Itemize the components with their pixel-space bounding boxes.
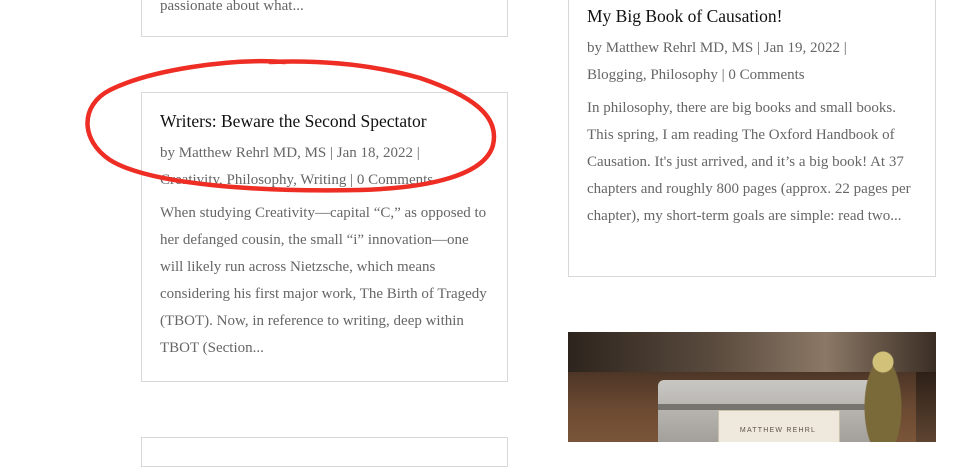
category-link-blogging[interactable]: Blogging (587, 67, 643, 83)
meta-separator: | (721, 67, 725, 83)
post-excerpt: In philosophy, there are big books and s… (587, 100, 911, 224)
business-card-name: MATTHEW REHRL (739, 427, 817, 434)
category-link-philosophy[interactable]: Philosophy (227, 172, 294, 188)
category-separator: , (642, 67, 647, 83)
post-meta: by Matthew Rehrl MD, MS | Jan 19, 2022 |… (587, 35, 887, 89)
post-meta: by Matthew Rehrl MD, MS | Jan 18, 2022 |… (160, 140, 460, 194)
post-featured-image[interactable]: MATTHEW REHRL (568, 332, 936, 442)
post-title-link[interactable]: Writers: Beware the Second Spectator (160, 109, 427, 133)
category-link-writing[interactable]: Writing (300, 172, 346, 188)
yoda-figurine (858, 342, 908, 442)
meta-separator: | (330, 145, 334, 161)
post-date: Jan 19, 2022 (763, 40, 841, 56)
meta-separator: | (350, 172, 354, 188)
post-title-link[interactable]: My Big Book of Causation! (587, 4, 782, 28)
post-date: Jan 18, 2022 (336, 145, 414, 161)
category-separator: , (219, 172, 223, 188)
post-author-link[interactable]: by Matthew Rehrl MD, MS (160, 145, 326, 161)
post-excerpt: When studying Creativity—capital “C,” as… (160, 205, 487, 356)
comments-link[interactable]: 0 Comments (357, 172, 433, 188)
meta-separator: | (757, 40, 761, 56)
post-author-link[interactable]: by Matthew Rehrl MD, MS (587, 40, 753, 56)
business-card (718, 410, 840, 442)
comments-link[interactable]: 0 Comments (728, 67, 804, 83)
category-separator: , (293, 172, 297, 188)
meta-separator: | (843, 40, 847, 56)
category-link-philosophy[interactable]: Philosophy (650, 67, 718, 83)
meta-separator: | (416, 145, 420, 161)
category-link-creativity[interactable]: Creativity (160, 172, 219, 188)
post-excerpt: passionate about what... (160, 0, 304, 14)
shelf-edge (916, 372, 936, 442)
